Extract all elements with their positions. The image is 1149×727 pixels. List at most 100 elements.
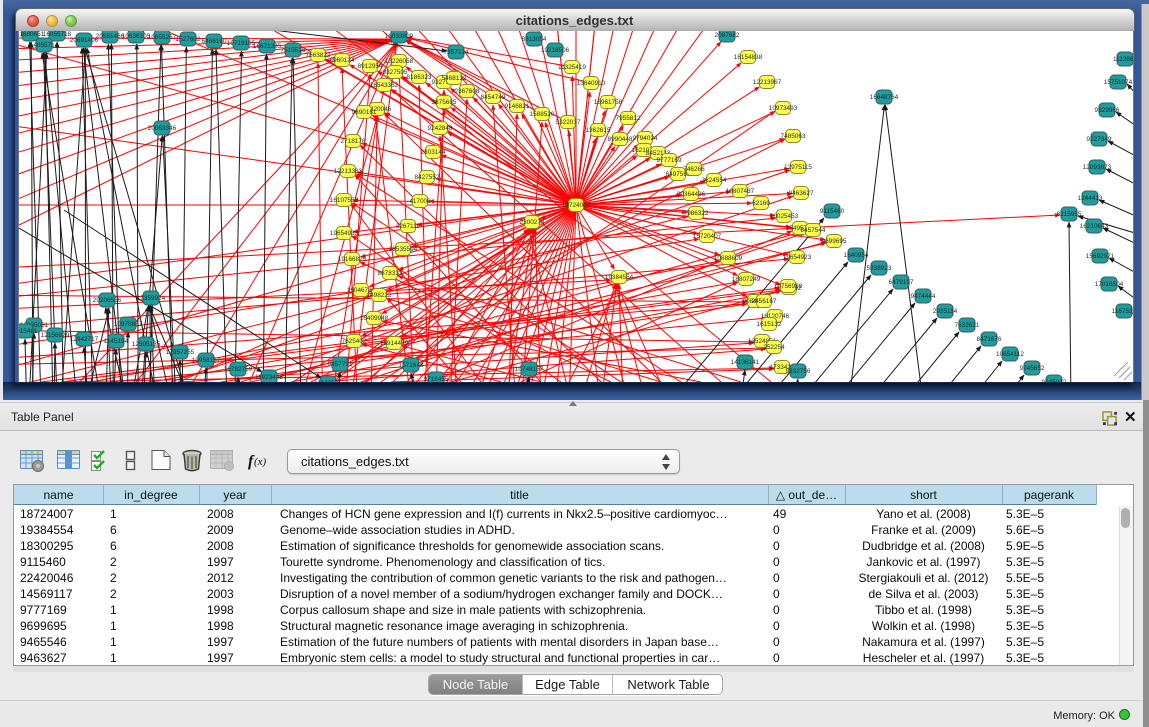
svg-text:20206556: 20206556: [93, 297, 122, 304]
svg-text:7357224: 7357224: [444, 49, 469, 56]
svg-text:8912954: 8912954: [358, 63, 383, 70]
svg-text:1167539: 1167539: [1112, 308, 1134, 315]
svg-text:12156829: 12156829: [41, 332, 70, 339]
svg-text:2087682: 2087682: [715, 32, 740, 39]
svg-text:9245652: 9245652: [1020, 365, 1045, 372]
svg-text:10958157: 10958157: [192, 357, 221, 364]
svg-text:1362615: 1362615: [586, 127, 611, 134]
svg-text:8960124: 8960124: [330, 57, 355, 64]
svg-text:9457791: 9457791: [328, 361, 353, 368]
svg-text:10654112: 10654112: [996, 351, 1024, 358]
svg-text:18724007: 18724007: [562, 202, 591, 209]
svg-text:10807487: 10807487: [726, 188, 755, 195]
svg-text:12213383: 12213383: [334, 168, 363, 175]
svg-text:12093873: 12093873: [1083, 164, 1112, 171]
svg-text:13226058: 13226058: [385, 58, 414, 65]
svg-text:9115460: 9115460: [820, 208, 845, 215]
svg-text:9242848: 9242848: [428, 125, 453, 132]
svg-text:(x): (x): [254, 456, 267, 468]
svg-text:15751074: 15751074: [1104, 79, 1133, 86]
svg-text:9329966: 9329966: [1095, 107, 1120, 114]
svg-text:1145194: 1145194: [104, 338, 129, 345]
svg-text:12505135: 12505135: [132, 341, 161, 348]
svg-text:1588520: 1588520: [530, 111, 555, 118]
svg-text:9794024: 9794024: [633, 135, 658, 142]
svg-text:8215955: 8215955: [1057, 211, 1082, 218]
svg-text:746266: 746266: [683, 166, 705, 173]
svg-text:7955812: 7955812: [616, 115, 641, 122]
svg-text:13640910: 13640910: [577, 80, 606, 87]
svg-text:19654933: 19654933: [330, 230, 359, 237]
svg-text:12975115: 12975115: [784, 164, 812, 171]
svg-text:16671385: 16671385: [253, 43, 282, 50]
svg-text:8990448: 8990448: [608, 136, 633, 143]
svg-text:15692971: 15692971: [1086, 253, 1115, 260]
svg-text:7632621: 7632621: [955, 322, 980, 329]
svg-text:2456167: 2456167: [752, 298, 777, 305]
svg-text:9227349: 9227349: [1087, 136, 1112, 143]
svg-text:7625402: 7625402: [342, 338, 367, 345]
svg-text:1112864: 1112864: [1113, 56, 1134, 63]
svg-text:252254: 252254: [763, 344, 785, 351]
svg-text:19166825: 19166825: [338, 256, 367, 263]
svg-text:15720407: 15720407: [693, 233, 722, 240]
svg-text:62160: 62160: [752, 200, 770, 207]
svg-text:9474444: 9474444: [911, 293, 936, 300]
svg-text:7663822: 7663822: [306, 52, 331, 59]
svg-text:8471676: 8471676: [977, 336, 1002, 343]
svg-text:9699695: 9699695: [822, 238, 847, 245]
svg-text:12942717: 12942717: [70, 336, 99, 343]
svg-text:21680651: 21680651: [19, 31, 45, 38]
svg-text:8427552: 8427552: [415, 174, 440, 181]
svg-text:9245012: 9245012: [1042, 379, 1067, 382]
svg-text:14055714: 14055714: [30, 42, 59, 49]
svg-text:3875685: 3875685: [432, 99, 457, 106]
svg-text:8186323: 8186323: [407, 74, 432, 81]
svg-text:17359924: 17359924: [137, 295, 166, 302]
svg-text:1498222: 1498222: [367, 292, 392, 299]
svg-text:16210643: 16210643: [1080, 223, 1109, 230]
svg-text:20364436: 20364436: [677, 191, 706, 198]
svg-text:10636105: 10636105: [122, 33, 151, 40]
svg-text:6479197: 6479197: [889, 279, 914, 286]
svg-text:2367608: 2367608: [455, 88, 480, 95]
svg-text:17957255: 17957255: [166, 349, 195, 356]
svg-text:16782759: 16782759: [224, 366, 253, 373]
svg-text:19756928: 19756928: [774, 283, 803, 290]
svg-text:8813054: 8813054: [522, 36, 547, 43]
svg-text:11923448: 11923448: [255, 374, 283, 381]
svg-text:7986322: 7986322: [684, 210, 709, 217]
svg-text:8457544: 8457544: [801, 227, 826, 234]
svg-text:3624554: 3624554: [702, 177, 727, 184]
svg-text:2935114: 2935114: [933, 308, 958, 315]
svg-text:16961758: 16961758: [594, 99, 623, 106]
svg-text:2300274: 2300274: [520, 219, 545, 226]
svg-text:17016504: 17016504: [1095, 281, 1124, 288]
svg-text:2803144: 2803144: [421, 149, 446, 156]
svg-text:9327505: 9327505: [383, 69, 408, 76]
svg-text:10973493: 10973493: [769, 105, 798, 112]
svg-text:19218506: 19218506: [541, 47, 570, 54]
svg-text:5322037: 5322037: [556, 119, 581, 126]
svg-text:12213967: 12213967: [753, 79, 782, 86]
svg-text:13535594: 13535594: [389, 246, 418, 253]
svg-text:3915481: 3915481: [19, 328, 38, 335]
svg-text:6466160: 6466160: [202, 38, 227, 45]
svg-text:20691406: 20691406: [70, 37, 99, 44]
svg-text:19384554: 19384554: [605, 274, 634, 281]
svg-text:20581466: 20581466: [96, 33, 125, 40]
svg-text:16055718: 16055718: [43, 31, 72, 38]
svg-text:7515526: 7515526: [281, 47, 306, 54]
svg-text:9463627: 9463627: [789, 190, 814, 197]
svg-text:16033809: 16033809: [385, 33, 414, 40]
svg-text:1615132: 1615132: [757, 321, 782, 328]
svg-text:1640954: 1640954: [844, 252, 869, 259]
svg-text:7485063: 7485063: [781, 133, 806, 140]
svg-text:16543362: 16543362: [370, 82, 399, 89]
svg-text:10748157: 10748157: [515, 366, 544, 373]
svg-text:9146821: 9146821: [505, 103, 530, 110]
svg-text:10025453: 10025453: [770, 213, 799, 220]
svg-text:9832756: 9832756: [786, 368, 811, 375]
svg-text:20053346: 20053346: [148, 125, 177, 132]
svg-text:16409948: 16409948: [360, 315, 389, 322]
